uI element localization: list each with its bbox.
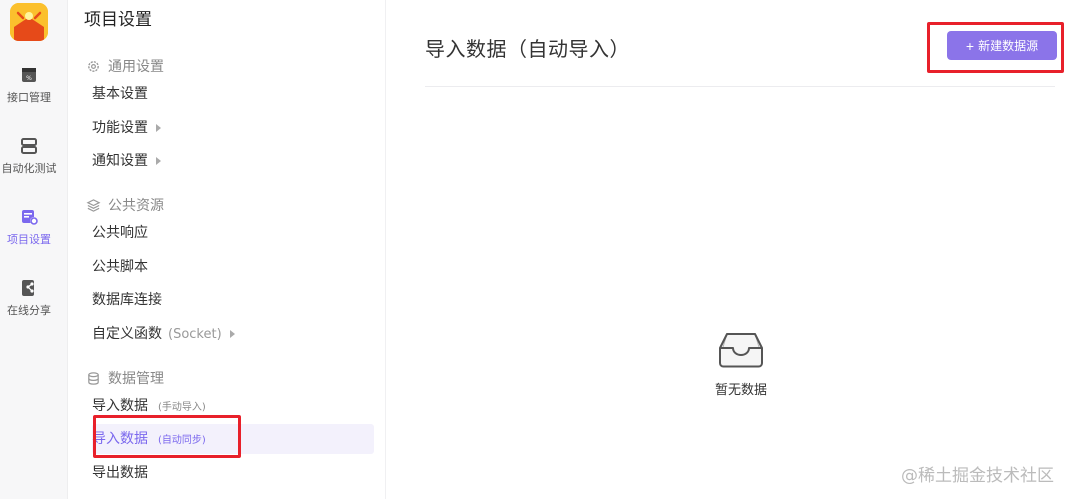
project-settings-icon: [19, 207, 39, 227]
app-logo[interactable]: [10, 3, 48, 41]
group-title: 公共资源: [108, 198, 164, 214]
caret-right-icon: [229, 330, 235, 338]
rail-item-label: 自动化测试: [1, 162, 57, 175]
sidebar-title: 项目设置: [84, 10, 152, 30]
caret-right-icon: [156, 157, 161, 165]
icon-rail: % 接口管理 自动化测试 项目设置 在线分享: [0, 0, 68, 499]
nav-item-feature-settings[interactable]: 功能设置: [92, 111, 161, 145]
plus-icon: +: [965, 37, 975, 54]
nav-item-notification-settings[interactable]: 通知设置: [92, 144, 161, 178]
empty-state-text: 暂无数据: [714, 383, 767, 398]
rail-item-label: 接口管理: [7, 91, 51, 104]
rail-item-share[interactable]: 在线分享: [0, 278, 58, 318]
database-icon: [88, 371, 99, 385]
nav-item-export-data[interactable]: 导出数据: [92, 456, 148, 490]
watermark: @稀土掘金技术社区: [901, 466, 1054, 486]
svg-text:%: %: [26, 75, 32, 82]
group-title: 数据管理: [108, 371, 164, 387]
api-icon: %: [19, 65, 39, 85]
nav-item-basic-settings[interactable]: 基本设置: [92, 77, 148, 111]
title-divider: [425, 86, 1055, 87]
share-icon: [19, 278, 39, 298]
group-data-management: 数据管理: [86, 368, 164, 388]
empty-inbox-icon: [717, 330, 765, 370]
nav-item-import-manual[interactable]: 导入数据 (手动导入): [92, 389, 206, 423]
layers-icon: [86, 198, 101, 212]
nav-item-shared-response[interactable]: 公共响应: [92, 216, 148, 250]
nav-item-import-auto[interactable]: 导入数据 (自动同步): [92, 422, 206, 456]
rail-item-label: 项目设置: [7, 233, 51, 246]
gear-icon: [88, 60, 99, 72]
nav-item-db-connection[interactable]: 数据库连接: [92, 283, 162, 317]
group-title: 通用设置: [108, 59, 164, 75]
caret-right-icon: [156, 124, 161, 132]
button-label: 新建数据源: [978, 39, 1039, 53]
page-title: 导入数据（自动导入）: [425, 37, 630, 61]
nav-item-shared-script[interactable]: 公共脚本: [92, 250, 148, 284]
server-icon: [19, 136, 39, 156]
rail-item-automation[interactable]: 自动化测试: [0, 136, 58, 176]
rail-item-project-settings[interactable]: 项目设置: [0, 207, 58, 247]
group-shared-resources: 公共资源: [86, 195, 164, 215]
group-general: 通用设置: [86, 56, 164, 76]
rail-item-label: 在线分享: [7, 304, 51, 317]
nav-item-custom-function[interactable]: 自定义函数 (Socket): [92, 317, 235, 351]
settings-sidebar: 项目设置 通用设置 基本设置 功能设置 通知设置 公共资源 公共响应 公共脚本 …: [68, 0, 386, 499]
new-data-source-button[interactable]: + 新建数据源: [947, 31, 1057, 60]
rail-item-api[interactable]: % 接口管理: [0, 65, 58, 105]
